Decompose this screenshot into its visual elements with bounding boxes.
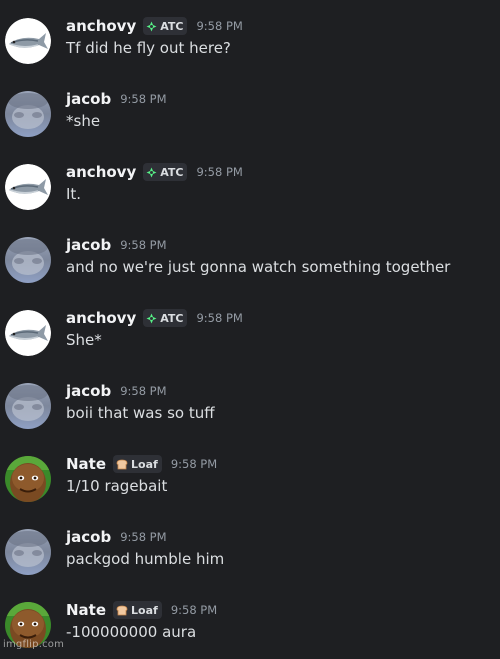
message-text: It. xyxy=(66,185,82,203)
message-text: 1/10 ragebait xyxy=(66,477,168,495)
blurry-avatar[interactable] xyxy=(5,529,51,575)
user-tag[interactable]: Loaf xyxy=(113,455,162,473)
message-header: anchovy ATC 9:58 PM xyxy=(66,15,243,37)
timestamp: 9:58 PM xyxy=(170,457,218,471)
blurry-avatar[interactable] xyxy=(5,383,51,429)
message-header: jacob 9:58 PM xyxy=(66,526,167,548)
username[interactable]: Nate xyxy=(66,601,106,619)
timestamp: 9:58 PM xyxy=(170,603,218,617)
timestamp: 9:58 PM xyxy=(196,311,243,325)
message-header: jacob 9:58 PM xyxy=(66,234,167,256)
message-header: Nate Loaf 9:58 PM xyxy=(66,453,217,475)
atc-icon xyxy=(146,167,157,178)
user-tag[interactable]: ATC xyxy=(143,163,188,181)
bread-icon xyxy=(116,605,128,616)
tag-label: ATC xyxy=(160,165,184,179)
chat-message[interactable]: Nate Loaf 9:58 PM 1/10 ragebait xyxy=(0,453,500,513)
watermark: imgflip.com xyxy=(3,639,65,650)
message-header: anchovy ATC 9:58 PM xyxy=(66,307,243,329)
chat-message[interactable]: anchovy ATC 9:58 PM Tf did he fly out he… xyxy=(0,15,500,75)
message-text: boii that was so tuff xyxy=(66,404,215,422)
tag-label: ATC xyxy=(160,19,184,33)
chat-message[interactable]: anchovy ATC 9:58 PM She* xyxy=(0,307,500,367)
atc-icon xyxy=(146,21,157,32)
user-tag[interactable]: ATC xyxy=(143,17,188,35)
message-text: packgod humble him xyxy=(66,550,225,568)
atc-icon xyxy=(146,313,157,324)
chat-message[interactable]: Nate Loaf 9:58 PM -100000000 aura xyxy=(0,599,500,659)
timestamp: 9:58 PM xyxy=(196,165,243,179)
bread-icon xyxy=(116,459,128,470)
chat-message[interactable]: jacob 9:58 PM *she xyxy=(0,88,500,148)
chat-message[interactable]: jacob 9:58 PM and no we're just gonna wa… xyxy=(0,234,500,294)
tag-label: ATC xyxy=(160,311,184,325)
message-header: Nate Loaf 9:58 PM xyxy=(66,599,217,621)
username[interactable]: Nate xyxy=(66,455,106,473)
username[interactable]: anchovy xyxy=(66,17,136,35)
message-header: anchovy ATC 9:58 PM xyxy=(66,161,243,183)
message-header: jacob 9:58 PM xyxy=(66,88,167,110)
fish-avatar[interactable] xyxy=(5,310,51,356)
timestamp: 9:58 PM xyxy=(196,19,243,33)
face-avatar[interactable] xyxy=(5,456,51,502)
timestamp: 9:58 PM xyxy=(120,384,167,398)
message-text: *she xyxy=(66,112,101,130)
chat-message[interactable]: jacob 9:58 PM packgod humble him xyxy=(0,526,500,586)
chat-message[interactable]: jacob 9:58 PM boii that was so tuff xyxy=(0,380,500,440)
user-tag[interactable]: ATC xyxy=(143,309,188,327)
chat-message-list: anchovy ATC 9:58 PM Tf did he fly out he… xyxy=(0,0,500,654)
message-text: -100000000 aura xyxy=(66,623,197,641)
chat-message[interactable]: anchovy ATC 9:58 PM It. xyxy=(0,161,500,221)
message-text: Tf did he fly out here? xyxy=(66,39,231,57)
blurry-avatar[interactable] xyxy=(5,237,51,283)
fish-avatar[interactable] xyxy=(5,164,51,210)
timestamp: 9:58 PM xyxy=(120,530,167,544)
message-text: She* xyxy=(66,331,102,349)
username[interactable]: jacob xyxy=(66,236,111,254)
timestamp: 9:58 PM xyxy=(120,92,167,106)
tag-label: Loaf xyxy=(131,603,158,617)
username[interactable]: anchovy xyxy=(66,163,136,181)
user-tag[interactable]: Loaf xyxy=(113,601,162,619)
timestamp: 9:58 PM xyxy=(120,238,167,252)
tag-label: Loaf xyxy=(131,457,158,471)
username[interactable]: jacob xyxy=(66,382,111,400)
blurry-avatar[interactable] xyxy=(5,91,51,137)
username[interactable]: anchovy xyxy=(66,309,136,327)
message-header: jacob 9:58 PM xyxy=(66,380,167,402)
username[interactable]: jacob xyxy=(66,528,111,546)
username[interactable]: jacob xyxy=(66,90,111,108)
fish-avatar[interactable] xyxy=(5,18,51,64)
message-text: and no we're just gonna watch something … xyxy=(66,258,451,276)
